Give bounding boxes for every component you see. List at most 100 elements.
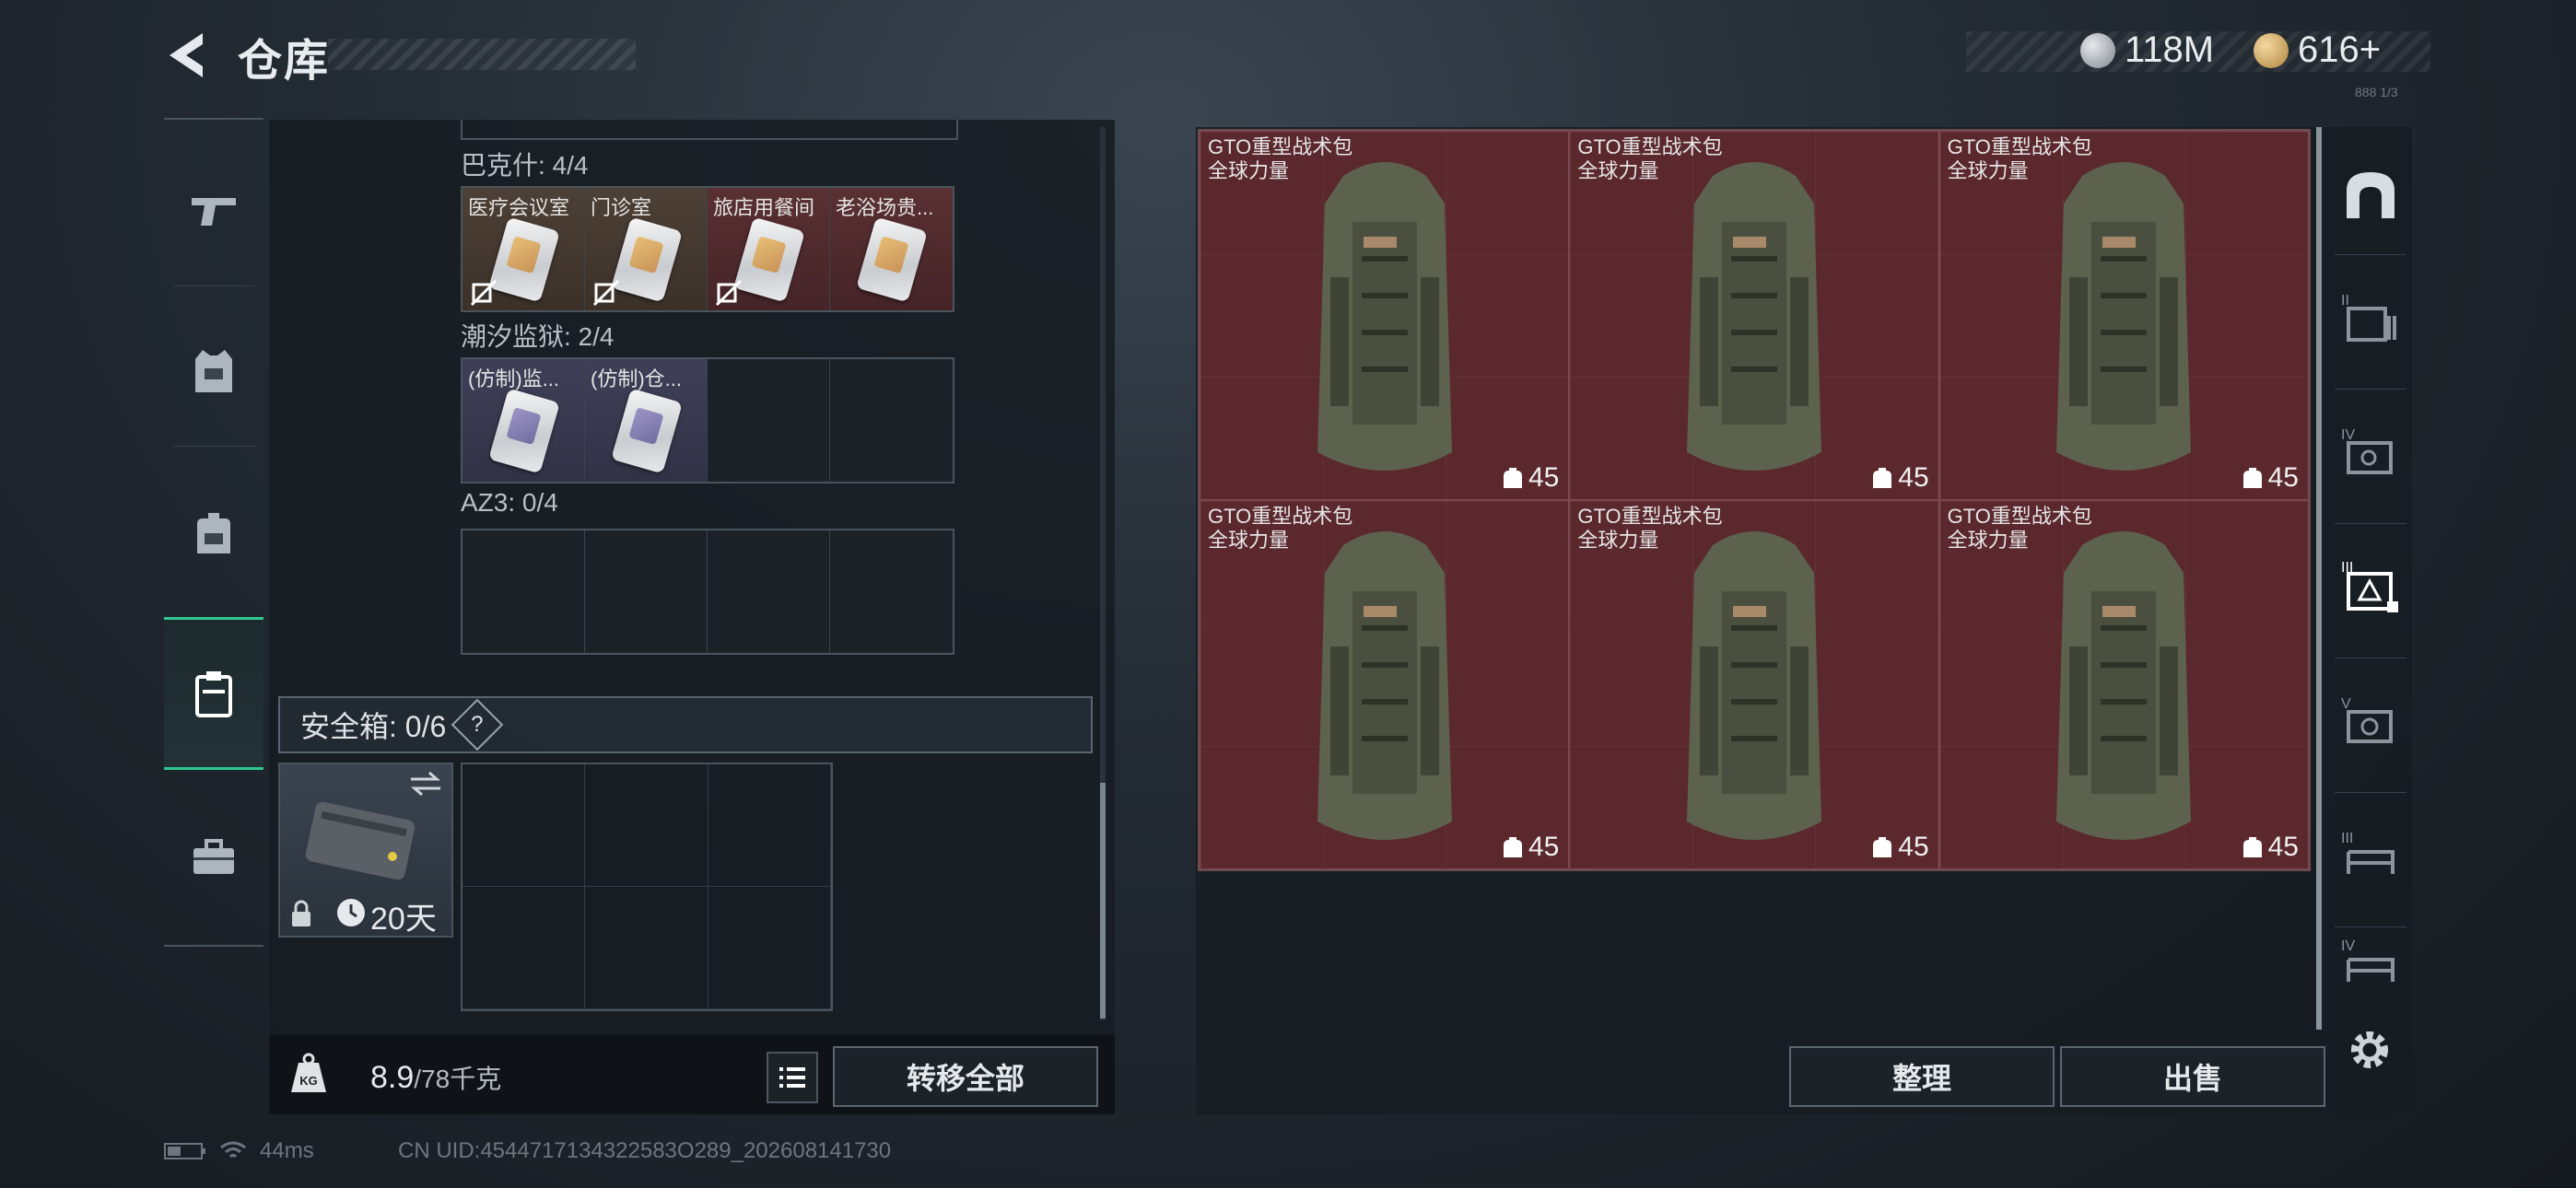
item-brand: 全球力量 [1577,529,1659,552]
stash-grid: GTO重型战术包 全球力量 45 GTO重型战术包 全球力量 45 GTO重型战术包… [1198,129,2311,871]
gold-coin-icon [2254,32,2289,68]
safe-slot[interactable] [463,764,586,887]
sort-button[interactable]: 整理 [1789,1046,2055,1107]
nav-divider [2335,926,2406,927]
backpack-item-icon [1686,162,1821,471]
status-bar: 44ms [164,1138,314,1164]
silver-coin-icon [2080,32,2115,68]
item-name-block: GTO重型战术包 全球力量 [1208,135,1352,183]
item-name-block: GTO重型战术包 全球力量 [1948,135,2092,183]
key-slot[interactable]: 医疗会议室 [463,188,585,310]
safe-duration: 20天 [370,902,437,937]
wifi-icon [220,1141,246,1159]
stash-item[interactable]: GTO重型战术包 全球力量 45 [1569,131,1939,500]
keycard-icon [488,388,560,474]
stash-tab[interactable]: III [2329,805,2412,906]
stash-item[interactable]: GTO重型战术包 全球力量 45 [1200,500,1570,869]
key-name: 老浴场贵... [836,196,934,219]
list-view-button[interactable] [767,1052,818,1103]
key-grid: (仿制)监... (仿制)仓... [461,357,954,483]
key-slot[interactable]: (仿制)监... [463,359,585,482]
stash-item[interactable]: GTO重型战术包 全球力量 45 [1200,131,1570,500]
backpack-small-icon [2242,468,2262,488]
safe-slot[interactable] [708,764,831,887]
gear-icon [2351,1031,2388,1068]
nav-keys[interactable] [164,617,263,770]
back-button[interactable] [162,28,217,83]
safe-slot[interactable] [585,764,708,887]
transfer-all-button[interactable]: 转移全部 [833,1046,1098,1107]
weight-display: 8.9/78千克 [370,1059,501,1096]
backpack-small-icon [2242,837,2262,857]
backpack-item-icon [1317,531,1452,840]
empty-slot[interactable] [830,530,953,653]
tier-label: IV [2341,938,2355,954]
safe-slot[interactable] [585,887,708,1009]
vest-icon [195,350,232,392]
stash-tab[interactable]: V [2329,670,2412,772]
stash-tab[interactable]: II [2329,267,2412,368]
safe-slot[interactable] [708,887,831,1009]
nav-divider [2335,389,2406,390]
empty-slot[interactable] [463,530,585,653]
item-name: GTO重型战术包 [1577,135,1723,158]
help-button[interactable]: ? [451,698,504,751]
key-slot[interactable]: 门诊室 [585,188,708,310]
vault-icon: V [2341,696,2393,743]
sell-button[interactable]: 出售 [2060,1046,2325,1107]
stash-tab-main[interactable] [2329,144,2412,245]
key-name: (仿制)仓... [591,367,682,390]
section-label: AZ3: 0/4 [461,488,558,517]
section-label: 潮汐监狱: 2/4 [461,322,615,351]
stash-scrollbar-thumb[interactable] [2316,127,2322,1030]
title-stripe [328,39,636,70]
stash-tab[interactable]: IV [2329,936,2412,991]
settings-button[interactable] [2344,1024,2395,1076]
previous-section-tail [461,120,958,140]
nav-divider [173,446,254,447]
key-slot[interactable]: (仿制)仓... [585,359,708,482]
nav-weapons[interactable] [164,160,263,262]
stash-item[interactable]: GTO重型战术包 全球力量 45 [1569,500,1939,869]
currency-silver[interactable]: 118M [2080,29,2214,71]
empty-slot[interactable] [708,359,830,482]
arch-icon [2347,172,2395,218]
safe-case-slot[interactable]: 20天 [278,763,453,938]
key-grid [461,529,954,655]
currency-tag: 888 1/3 [2355,85,2398,99]
currency-gold[interactable]: 616+ [2254,29,2381,71]
stash-item[interactable]: GTO重型战术包 全球力量 45 [1938,131,2309,500]
left-scrollbar-thumb[interactable] [1100,783,1106,1019]
rack-icon: IV [2341,938,2395,982]
empty-slot[interactable] [585,530,708,653]
item-durability-value: 45 [1528,462,1560,493]
stash-tab[interactable]: IV [2329,402,2412,503]
item-durability-value: 45 [1898,462,1929,493]
nav-toolbox[interactable] [164,807,263,908]
safe-case-icon [305,801,416,880]
backpack-item-icon [1686,531,1821,840]
key-slot[interactable]: 旅店用餐间 [708,188,830,310]
safe-slot[interactable] [463,887,586,1009]
stash-tab-active[interactable]: III [2329,536,2412,637]
safe-box-grid[interactable] [461,763,833,1011]
back-arrow-icon [170,33,203,77]
key-slot[interactable]: 老浴场贵... [830,188,953,310]
nav-armor[interactable] [164,320,263,422]
item-durability-value: 45 [1528,832,1560,862]
swap-icon[interactable] [407,770,444,798]
page-title: 仓库 [238,37,331,86]
empty-slot[interactable] [830,359,953,482]
tier-label: II [2341,293,2349,309]
rack-icon: III [2341,831,2395,874]
keycard-icon [611,388,683,474]
item-brand: 全球力量 [1208,159,1290,182]
nav-backpack[interactable] [164,483,263,584]
briefcase-icon [193,839,234,874]
tier-label: IV [2341,427,2355,443]
empty-slot[interactable] [708,530,830,653]
stash-item[interactable]: GTO重型战术包 全球力量 45 [1938,500,2309,869]
no-transfer-icon [592,279,620,307]
item-durability-value: 45 [2267,832,2299,862]
item-brand: 全球力量 [1208,529,1290,552]
